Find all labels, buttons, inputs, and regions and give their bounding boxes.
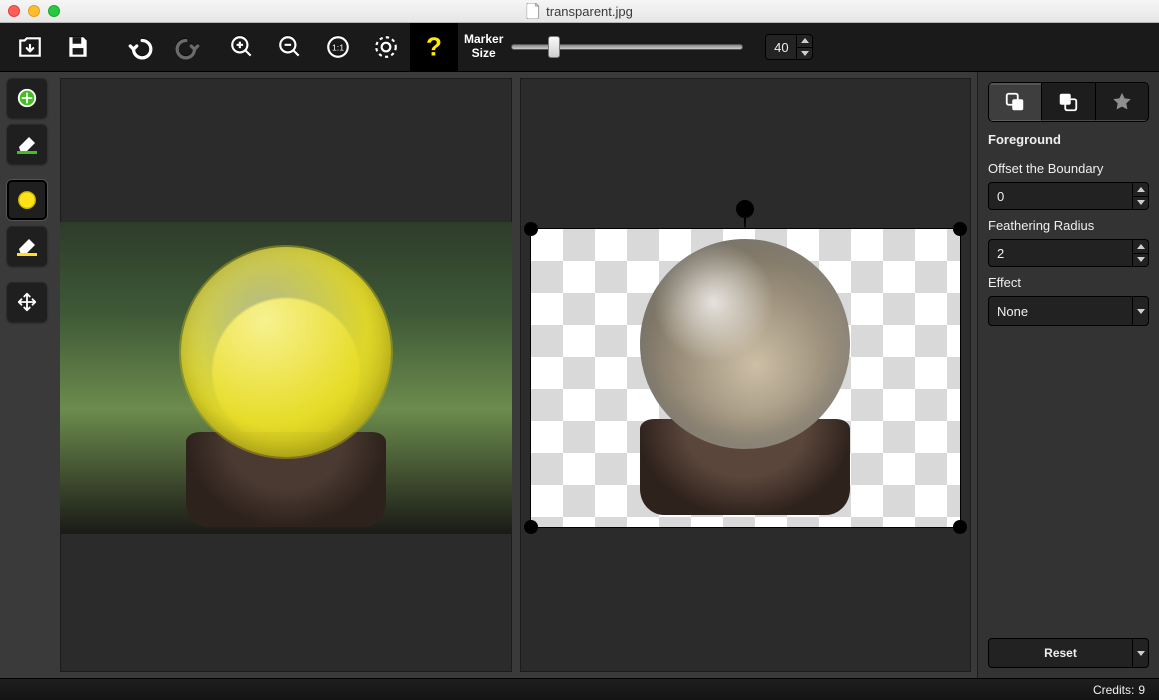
svg-text:?: ?: [426, 32, 442, 62]
window-close-button[interactable]: [8, 5, 20, 17]
window-zoom-button[interactable]: [48, 5, 60, 17]
open-button[interactable]: [6, 23, 54, 71]
source-canvas[interactable]: [60, 78, 512, 672]
feather-label: Feathering Radius: [988, 218, 1149, 233]
window-title: transparent.jpg: [526, 3, 633, 19]
slider-thumb[interactable]: [548, 36, 560, 58]
tab-favorite[interactable]: [1095, 83, 1148, 121]
crop-handle-br[interactable]: [953, 520, 967, 534]
offset-step-up[interactable]: [1133, 183, 1148, 197]
feather-value[interactable]: 2: [989, 240, 1132, 266]
marker-size-field[interactable]: [765, 34, 813, 60]
help-button[interactable]: ?: [410, 23, 458, 71]
tool-palette: [0, 72, 54, 678]
feather-step-up[interactable]: [1133, 240, 1148, 254]
main-toolbar: 1:1 ? Marker Size: [0, 23, 1159, 72]
save-button[interactable]: [54, 23, 102, 71]
marker-size-slider[interactable]: [511, 44, 743, 50]
result-crop-box[interactable]: [530, 228, 962, 528]
tab-background[interactable]: [1041, 83, 1094, 121]
marker-size-step-down[interactable]: [797, 48, 812, 60]
effect-dropdown-icon[interactable]: [1132, 297, 1148, 325]
tool-add-foreground[interactable]: [7, 78, 47, 118]
crop-handle-bl[interactable]: [524, 520, 538, 534]
tool-move[interactable]: [7, 282, 47, 322]
window-minimize-button[interactable]: [28, 5, 40, 17]
svg-text:1:1: 1:1: [332, 42, 344, 52]
credits-value: 9: [1138, 683, 1145, 697]
rotate-handle[interactable]: [736, 200, 754, 218]
zoom-fit-button[interactable]: [362, 23, 410, 71]
reset-button[interactable]: Reset: [989, 639, 1132, 667]
tool-mark-background[interactable]: [7, 180, 47, 220]
effect-label: Effect: [988, 275, 1149, 290]
undo-button[interactable]: [116, 23, 164, 71]
crop-handle-tr[interactable]: [953, 222, 967, 236]
marker-size-input[interactable]: [766, 35, 796, 59]
tool-erase-background[interactable]: [7, 226, 47, 266]
status-bar: Credits: 9: [0, 678, 1159, 700]
offset-step-down[interactable]: [1133, 197, 1148, 210]
window-filename: transparent.jpg: [546, 4, 633, 19]
foreground-mask-shape: [181, 247, 391, 457]
reset-dropdown-icon[interactable]: [1132, 639, 1148, 667]
marker-size-label: Marker Size: [464, 33, 503, 61]
sidebar-tabs: [988, 82, 1149, 122]
feather-step-down[interactable]: [1133, 254, 1148, 267]
redo-button[interactable]: [164, 23, 212, 71]
zoom-in-button[interactable]: [218, 23, 266, 71]
crop-handle-tl[interactable]: [524, 222, 538, 236]
effect-value: None: [989, 297, 1132, 325]
section-title: Foreground: [988, 132, 1149, 147]
effect-select[interactable]: None: [988, 296, 1149, 326]
file-icon: [526, 3, 540, 19]
offset-field[interactable]: 0: [988, 182, 1149, 210]
marker-size-step-up[interactable]: [797, 35, 812, 48]
offset-value[interactable]: 0: [989, 183, 1132, 209]
feather-field[interactable]: 2: [988, 239, 1149, 267]
result-canvas[interactable]: [520, 78, 972, 672]
tab-foreground[interactable]: [989, 83, 1041, 121]
tool-erase-foreground[interactable]: [7, 124, 47, 164]
properties-sidebar: Foreground Offset the Boundary 0 Feather…: [977, 72, 1159, 678]
credits-label: Credits:: [1093, 683, 1134, 697]
title-bar: transparent.jpg: [0, 0, 1159, 23]
reset-control: Reset: [988, 638, 1149, 668]
zoom-actual-button[interactable]: 1:1: [314, 23, 362, 71]
zoom-out-button[interactable]: [266, 23, 314, 71]
result-globe-shape: [640, 239, 850, 449]
offset-label: Offset the Boundary: [988, 161, 1149, 176]
